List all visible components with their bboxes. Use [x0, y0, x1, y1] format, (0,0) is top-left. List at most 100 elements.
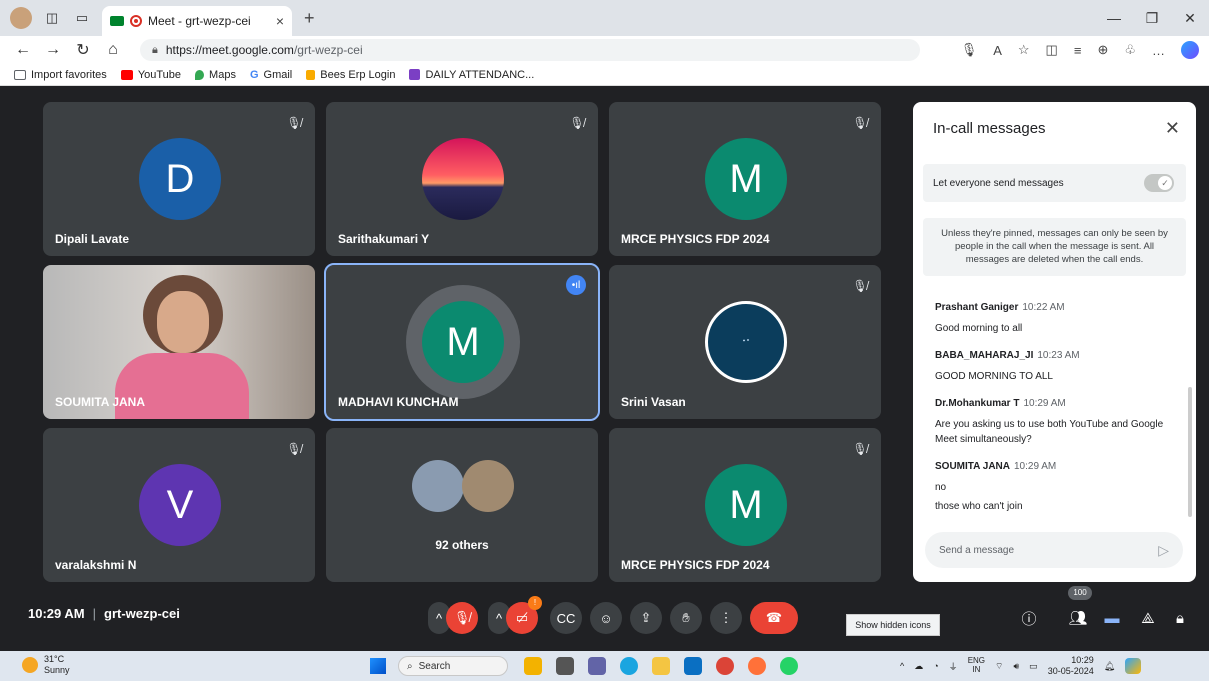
collections-icon[interactable]: ⊕ — [1097, 42, 1108, 58]
participant-tile[interactable]: 🎙︎̸ Sarithakumari Y — [326, 102, 598, 256]
meeting-code: grt-wezp-cei — [104, 606, 180, 621]
back-icon[interactable]: ← — [8, 41, 38, 59]
edge-app-icon[interactable] — [620, 657, 638, 675]
send-permission-toggle[interactable] — [1144, 174, 1174, 192]
raise-hand-button[interactable]: ✋︎ — [670, 602, 702, 634]
restore-icon[interactable]: ❐ — [1133, 0, 1171, 36]
others-tile[interactable]: 92 others — [326, 428, 598, 582]
firefox-app-icon[interactable] — [748, 657, 766, 675]
meeting-details-icon[interactable]: ⓘ — [1013, 602, 1045, 634]
workspaces-icon[interactable]: ◫ — [42, 8, 62, 28]
present-button[interactable]: ⇪ — [630, 602, 662, 634]
address-bar: ← → ↻ ⌂ 🔒︎ https://meet.google.com/grt-w… — [0, 36, 1209, 64]
avatar: M — [705, 464, 787, 546]
tab-actions-icon[interactable]: ▭ — [72, 8, 92, 28]
minimize-icon[interactable]: — — [1095, 0, 1133, 36]
tab-close-icon[interactable]: × — [276, 13, 284, 29]
close-panel-icon[interactable]: ✕ — [1165, 118, 1180, 139]
tab-meet[interactable]: Meet - grt-wezp-cei × — [102, 6, 292, 36]
bookmark-import-favorites[interactable]: Import favorites — [14, 69, 107, 81]
emoji-button[interactable]: ☺ — [590, 602, 622, 634]
windows-taskbar: 31°C Sunny ⌕ Search ^ ☁︎ ◔ ⏚ ENG IN ⌔ 🔊︎… — [0, 651, 1209, 681]
participant-tile[interactable]: D 🎙︎̸ Dipali Lavate — [43, 102, 315, 256]
participant-name: Sarithakumari Y — [338, 232, 430, 246]
teams-app-icon[interactable] — [588, 657, 606, 675]
leave-call-button[interactable]: ☎︎ — [750, 602, 798, 634]
copilot-taskbar-icon[interactable] — [1125, 658, 1142, 674]
more-options-button[interactable]: ⋮ — [710, 602, 742, 634]
favorites-icon[interactable]: ≡ — [1074, 43, 1082, 58]
camera-off-button[interactable]: ▭̸! — [506, 596, 542, 634]
notification-bell-icon[interactable]: 🔔︎ — [1104, 661, 1115, 672]
in-call-messages-panel: In-call messages ✕ Let everyone send mes… — [913, 102, 1196, 582]
chrome-app-icon[interactable] — [716, 657, 734, 675]
system-clock[interactable]: 10:29 30-05-2024 — [1048, 655, 1094, 677]
bookmark-gmail[interactable]: G Gmail — [250, 69, 292, 81]
windows-start-icon[interactable] — [370, 658, 386, 674]
new-tab-button[interactable]: + — [304, 8, 315, 29]
widgets-app-icon[interactable] — [524, 657, 542, 675]
onedrive-icon[interactable]: ☁︎ — [914, 661, 923, 672]
captions-button[interactable]: CC — [550, 602, 582, 634]
network-icon[interactable]: ◔ — [933, 661, 938, 671]
split-screen-icon[interactable]: ◫ — [1046, 42, 1058, 58]
activities-icon[interactable]: ⟁ — [1132, 602, 1164, 634]
window-controls: — ❐ ✕ — [1095, 0, 1209, 36]
mic-off-button[interactable]: 🎙︎̸ — [446, 602, 478, 634]
copilot-icon[interactable] — [1181, 41, 1199, 59]
battery-icon[interactable]: ▭ — [1029, 661, 1038, 672]
host-controls-icon[interactable]: 🔒︎ — [1164, 602, 1196, 634]
participant-name: MRCE PHYSICS FDP 2024 — [621, 232, 770, 246]
bookmark-youtube[interactable]: YouTube — [120, 69, 181, 81]
participant-tile[interactable]: M 🎙︎̸ MRCE PHYSICS FDP 2024 — [609, 102, 881, 256]
home-icon[interactable]: ⌂ — [98, 41, 128, 59]
bookmark-daily-attendance[interactable]: DAILY ATTENDANC... — [409, 69, 534, 81]
language-indicator[interactable]: ENG IN — [968, 656, 985, 675]
participant-tile[interactable]: M •ıl MADHAVI KUNCHAM — [324, 263, 600, 421]
more-icon[interactable]: … — [1152, 43, 1165, 58]
chat-icon[interactable]: ▬ — [1096, 602, 1128, 634]
task-view-icon[interactable] — [556, 657, 574, 675]
message-placeholder: Send a message — [939, 544, 1015, 556]
lang-region: IN — [972, 665, 981, 674]
close-window-icon[interactable]: ✕ — [1171, 0, 1209, 36]
mic-icon[interactable]: 🎙︎ — [961, 42, 978, 58]
file-explorer-icon[interactable] — [652, 657, 670, 675]
extensions-icon[interactable]: ♧ — [1124, 42, 1136, 58]
participant-video-tile[interactable]: SOUMITA JANA — [43, 265, 315, 419]
bookmark-bees-erp[interactable]: Bees Erp Login — [306, 69, 395, 81]
others-count: 92 others — [435, 538, 489, 552]
weather-widget[interactable]: 31°C Sunny — [22, 654, 70, 676]
participant-tile[interactable]: M 🎙︎̸ MRCE PHYSICS FDP 2024 — [609, 428, 881, 582]
taskbar-search[interactable]: ⌕ Search — [398, 656, 508, 676]
forward-icon[interactable]: → — [38, 41, 68, 59]
send-permission-row: Let everyone send messages — [923, 164, 1186, 202]
participant-tile[interactable]: V 🎙︎̸ varalakshmi N — [43, 428, 315, 582]
mail-app-icon[interactable] — [684, 657, 702, 675]
send-icon[interactable]: ▷ — [1158, 542, 1169, 559]
bookmark-maps[interactable]: Maps — [195, 69, 236, 81]
quote-avatar: ❝ ❞ — [705, 301, 787, 383]
message: SOUMITA JANA 10:29 AM no those who can't … — [935, 461, 1175, 514]
meeting-control-bar: 10:29 AM | grt-wezp-cei ^ 🎙︎̸ ^ ▭̸! CC ☺ ⇪… — [10, 586, 1208, 644]
favorite-star-icon[interactable]: ☆ — [1018, 42, 1030, 58]
participant-tile[interactable]: ❝ ❞ 🎙︎̸ Srini Vasan — [609, 265, 881, 419]
url-field[interactable]: 🔒︎ https://meet.google.com/grt-wezp-cei — [140, 39, 920, 61]
usb-icon[interactable]: ⏚ — [949, 660, 958, 673]
people-icon[interactable]: 👥︎ — [1062, 602, 1094, 634]
chat-notice: Unless they're pinned, messages can only… — [923, 218, 1186, 276]
mic-off-icon: 🎙︎̸ — [852, 116, 868, 130]
refresh-icon[interactable]: ↻ — [68, 40, 98, 60]
wifi-icon[interactable]: ⌔ — [995, 661, 1003, 672]
volume-icon[interactable]: 🔊︎ — [1014, 661, 1020, 672]
speaking-indicator-icon: •ıl — [566, 275, 586, 295]
chat-scrollbar[interactable] — [1188, 387, 1192, 517]
read-aloud-icon[interactable]: A — [993, 43, 1002, 58]
message-sender: SOUMITA JANA — [935, 461, 1010, 472]
message-input[interactable]: Send a message ▷ — [925, 532, 1183, 568]
show-hidden-icons-icon[interactable]: ^ — [900, 661, 904, 671]
message-text: Good morning to all — [935, 323, 1023, 334]
meet-favicon-icon — [110, 16, 124, 26]
whatsapp-app-icon[interactable] — [780, 657, 798, 675]
profile-icon[interactable] — [10, 7, 32, 29]
